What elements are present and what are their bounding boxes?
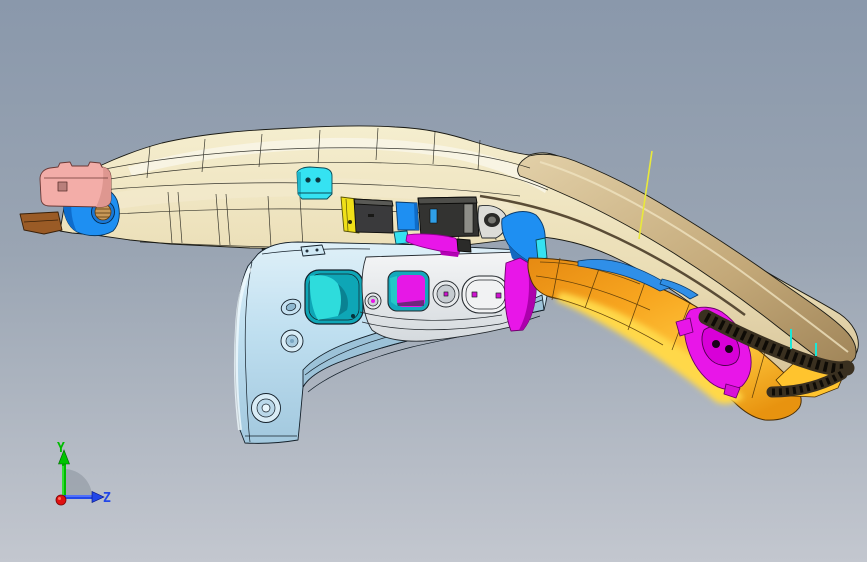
- x-axis-origin-dot: [55, 494, 67, 506]
- damper-b-blue-slot: [429, 208, 438, 224]
- dark-piece-small: [456, 238, 472, 253]
- cad-viewport[interactable]: Y Z: [0, 0, 867, 562]
- part-lower-hook-bracket[interactable]: [19, 211, 63, 235]
- sill-oval-dot-2: [495, 292, 502, 299]
- damper-a-slot: [368, 214, 374, 217]
- bracket-bolt-hole-1: [712, 340, 720, 348]
- cyan-post[interactable]: [535, 237, 548, 261]
- bracket-hole-left: [305, 177, 311, 183]
- rail-bracket-body[interactable]: [296, 166, 333, 200]
- damper-b-top: [417, 196, 478, 205]
- pocket-dot: [351, 314, 355, 318]
- sill-oval-opening: [461, 275, 510, 314]
- mini-bracket-dot-1: [305, 249, 309, 253]
- sill-hole-small-dot: [371, 299, 375, 303]
- arch-grommet-lower-dot: [261, 403, 271, 413]
- damper-b-gray-strip: [463, 203, 474, 234]
- model-canvas[interactable]: Y Z: [0, 0, 867, 562]
- sill-oval-dot-1: [471, 291, 478, 298]
- bracket-bolt-hole-2: [725, 345, 733, 353]
- arch-mini-bracket: [300, 244, 326, 257]
- y-axis-label: Y: [57, 441, 65, 456]
- sill-hole-round-dot: [443, 291, 449, 297]
- bracket-square-hole: [57, 181, 68, 192]
- x-axis-origin-highlight: [58, 497, 61, 500]
- bracket-hole-right: [315, 177, 321, 183]
- mini-bracket-dot-2: [315, 248, 319, 252]
- wedge-hole-inner: [488, 216, 496, 224]
- sill-opening-teal-sliver: [390, 276, 397, 306]
- part-rail-top-bracket[interactable]: [296, 166, 333, 200]
- z-axis-label: Z: [103, 491, 111, 506]
- shim-dot: [348, 220, 352, 224]
- arch-grommet-upper-dot: [290, 339, 294, 343]
